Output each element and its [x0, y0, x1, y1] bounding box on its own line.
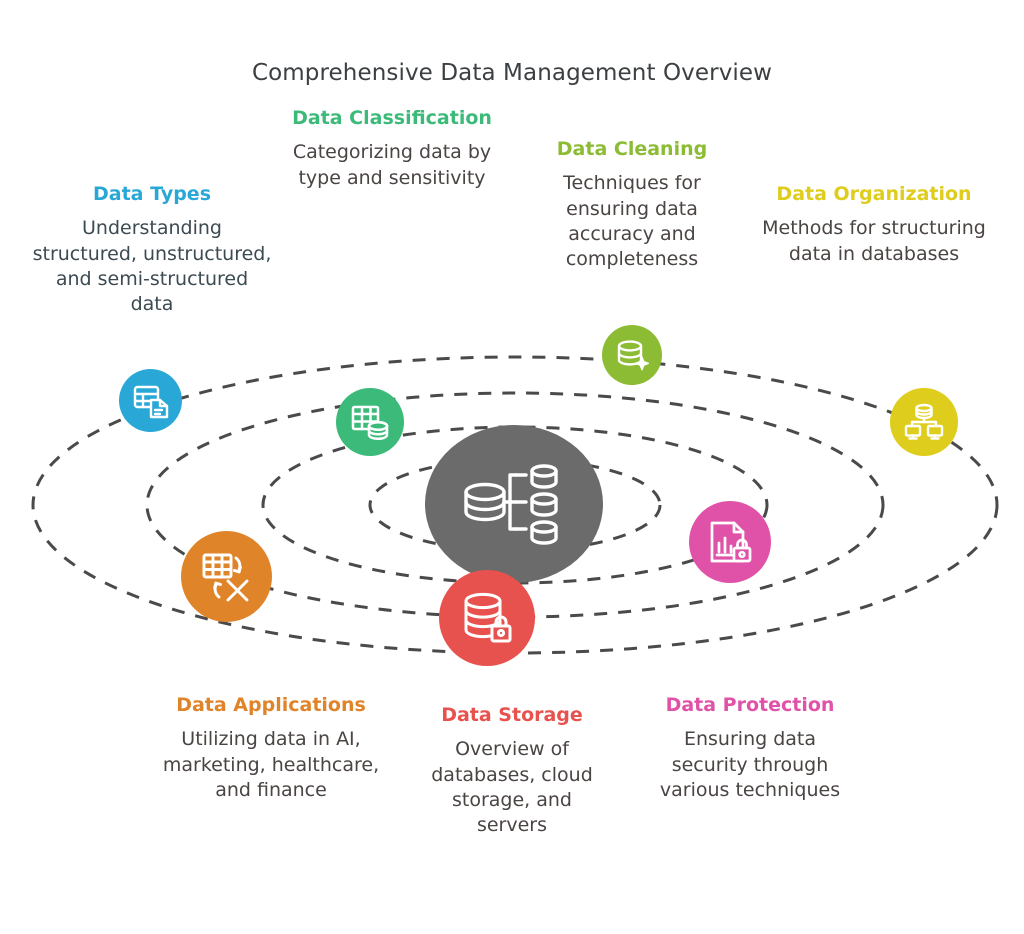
label-data-types: Data Types Understanding structured, uns… — [32, 182, 272, 317]
label-description: Categorizing data by type and sensitivit… — [292, 141, 492, 189]
page-title: Comprehensive Data Management Overview — [251, 60, 773, 86]
node-data-organization[interactable] — [890, 388, 958, 456]
label-title: Data Types — [93, 183, 211, 205]
label-title: Data Storage — [441, 704, 583, 726]
distributed-database-icon — [458, 454, 570, 554]
label-title: Data Cleaning — [556, 138, 708, 160]
infographic-canvas: Comprehensive Data Management Overview D… — [0, 0, 1024, 934]
database-sparkle-icon — [614, 337, 650, 373]
database-lock-icon — [459, 590, 515, 646]
center-hub — [425, 425, 603, 583]
label-description: Utilizing data in AI, marketing, healthc… — [162, 728, 380, 801]
label-title: Data Applications — [176, 694, 366, 716]
label-title: Data Protection — [665, 694, 835, 716]
label-data-cleaning: Data Cleaning Techniques for ensuring da… — [524, 137, 740, 272]
node-data-applications[interactable] — [181, 531, 272, 622]
node-data-classification[interactable] — [336, 388, 404, 456]
label-description: Ensuring data security through various t… — [659, 728, 841, 801]
label-title: Data Organization — [776, 183, 972, 205]
database-network-icon — [904, 402, 944, 442]
label-data-protection: Data Protection Ensuring data security t… — [648, 693, 852, 803]
label-data-classification: Data Classification Categorizing data by… — [278, 106, 506, 191]
node-data-protection[interactable] — [689, 501, 771, 583]
label-description: Understanding structured, unstructured, … — [32, 217, 272, 316]
label-description: Techniques for ensuring data accuracy an… — [563, 172, 701, 271]
label-data-storage: Data Storage Overview of databases, clou… — [414, 703, 610, 838]
table-document-icon — [132, 382, 170, 420]
label-data-applications: Data Applications Utilizing data in AI, … — [155, 693, 387, 803]
label-data-organization: Data Organization Methods for structurin… — [758, 182, 990, 267]
node-data-types[interactable] — [119, 369, 182, 432]
table-convert-icon — [200, 550, 254, 604]
document-chart-lock-icon — [706, 518, 754, 566]
label-description: Overview of databases, cloud storage, an… — [431, 738, 593, 837]
node-data-storage[interactable] — [439, 570, 535, 666]
node-data-cleaning[interactable] — [602, 325, 662, 385]
label-title: Data Classification — [292, 107, 492, 129]
table-database-icon — [350, 402, 390, 442]
label-description: Methods for structuring data in database… — [762, 217, 986, 265]
